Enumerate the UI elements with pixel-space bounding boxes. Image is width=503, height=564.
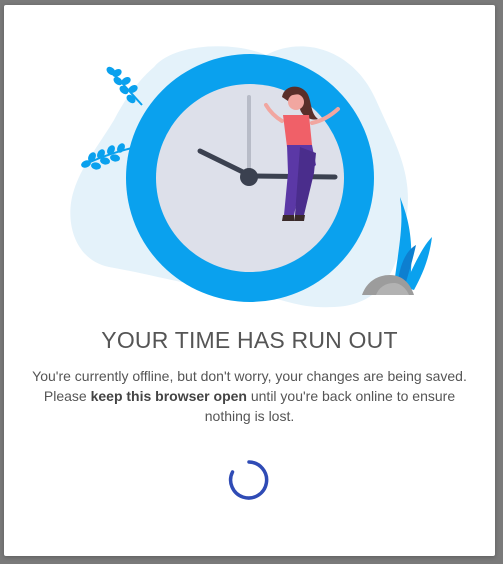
dialog-message: You're currently offline, but don't worr… — [24, 366, 475, 426]
dialog-title: YOUR TIME HAS RUN OUT — [101, 327, 398, 353]
clock-illustration — [70, 46, 432, 308]
left-leaves-upper — [106, 66, 143, 106]
message-emphasis: keep this browser open — [90, 388, 247, 404]
loading-spinner-icon — [228, 460, 269, 500]
clock-center — [240, 168, 258, 186]
offline-dialog: YOUR TIME HAS RUN OUT You're currently o… — [4, 5, 495, 556]
